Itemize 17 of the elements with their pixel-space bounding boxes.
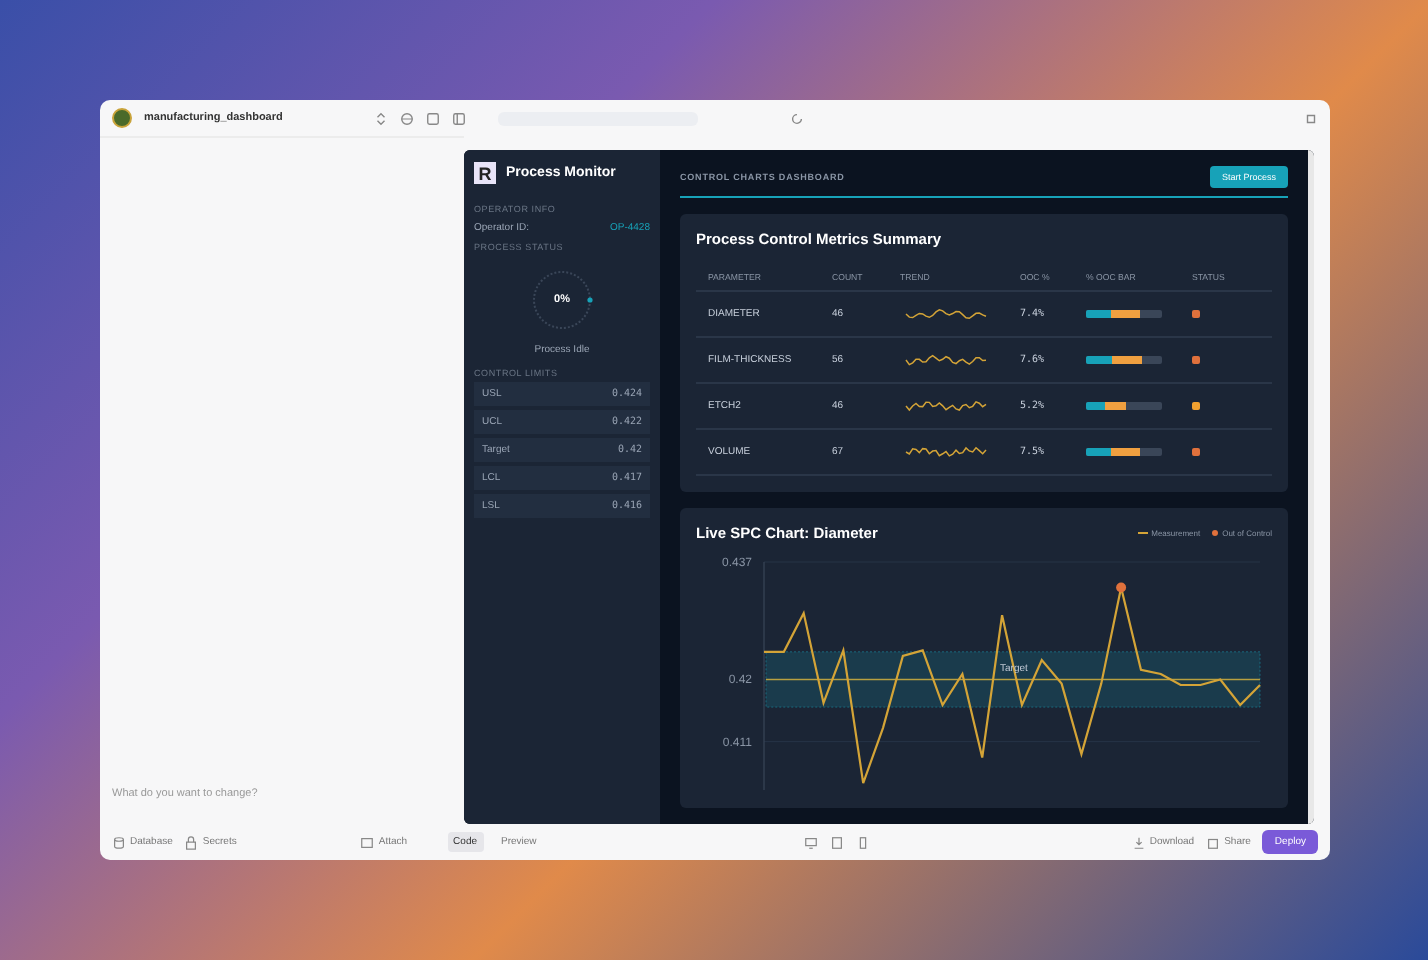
project-logo-icon — [112, 108, 132, 128]
globe-icon[interactable] — [400, 111, 415, 125]
trend-sparkline — [900, 350, 992, 370]
phone-icon[interactable] — [856, 835, 871, 849]
tablet-icon[interactable] — [830, 835, 845, 849]
trend-sparkline — [900, 304, 992, 324]
out-of-control-point — [1116, 582, 1127, 593]
trend-sparkline — [900, 442, 992, 462]
chevron-icon[interactable] — [374, 111, 389, 125]
database-icon — [112, 835, 126, 849]
refresh-icon[interactable] — [790, 111, 805, 125]
logo-icon: R — [474, 162, 496, 184]
desktop-icon[interactable] — [804, 835, 819, 849]
lock-icon — [184, 835, 199, 849]
download-icon — [1131, 835, 1146, 849]
trend-sparkline — [900, 396, 992, 416]
layout-icon[interactable] — [452, 111, 467, 125]
